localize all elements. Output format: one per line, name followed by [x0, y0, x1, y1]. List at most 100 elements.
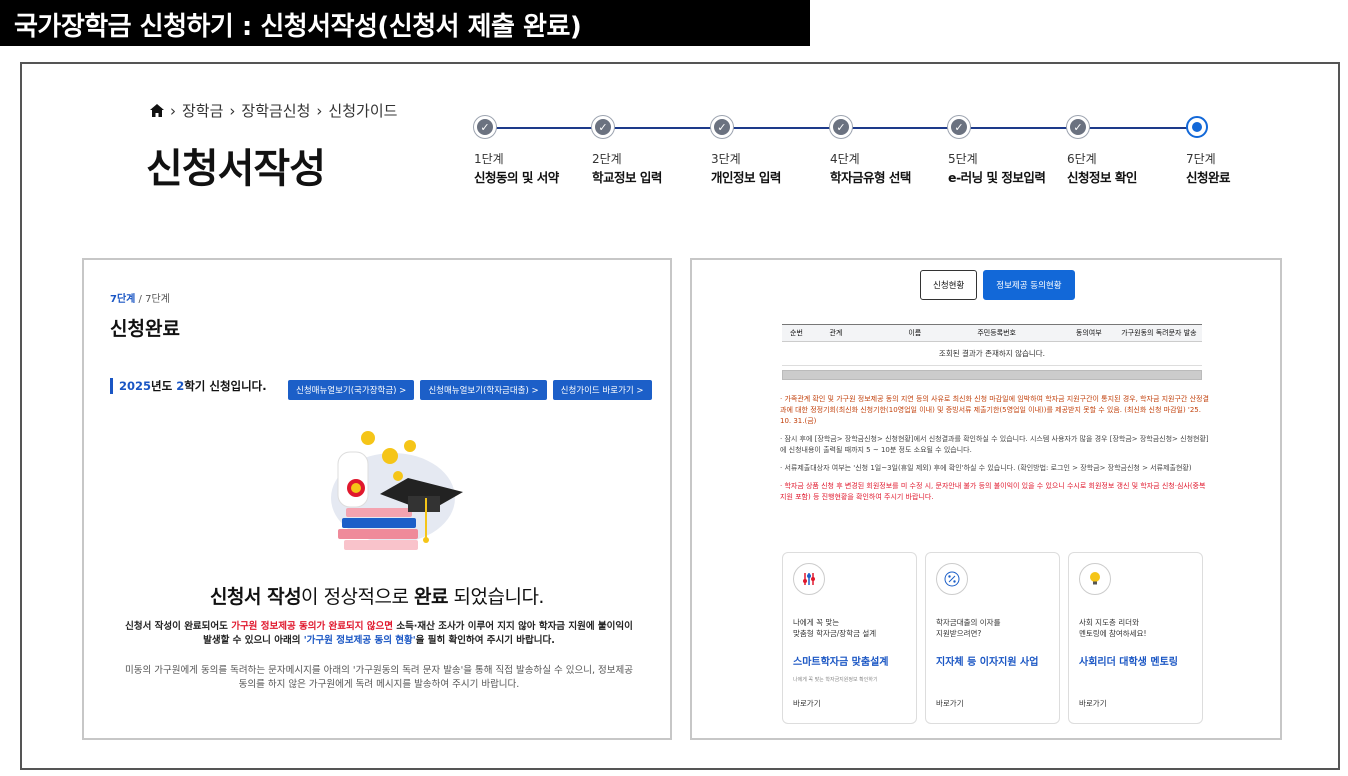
- column-header: 가구원동의 독려문자 발송: [1121, 329, 1197, 337]
- notice-term: 2: [176, 379, 185, 393]
- current-step: 7단계: [110, 294, 136, 305]
- guide-link-button[interactable]: 신청가이드 바로가기 >: [552, 380, 652, 400]
- check-icon: ✓: [1067, 116, 1089, 138]
- mentoring-card[interactable]: 사회 지도층 리더와 멘토링에 참여하세요! 사회리더 대학생 멘토링 바로가기: [1068, 552, 1203, 724]
- completion-text: 이 정상적으로: [301, 586, 415, 608]
- notice-text: 년도: [151, 379, 177, 393]
- column-header: 이름: [908, 329, 922, 337]
- card-subtitle: 학자금대출의 이자를 지원받으려면?: [936, 618, 1001, 638]
- lightbulb-icon: [1079, 563, 1111, 595]
- smart-scholarship-card[interactable]: 나에게 꼭 맞는 맞춤형 학자금/장학금 설계 스마트학자금 맞춤설계 나에게 …: [782, 552, 917, 724]
- check-icon: ✓: [592, 116, 614, 138]
- step-number: 6단계: [1067, 152, 1097, 166]
- card-link[interactable]: 바로가기: [793, 698, 821, 709]
- total-steps: / 7단계: [135, 294, 170, 305]
- page-header-title: 국가장학금 신청하기 : 신청서작성(신청서 제출 완료): [0, 0, 810, 46]
- consent-table: 순번 관계 이름 주민등록번호 동의여부 가구원동의 독려문자 발송 조회된 결…: [782, 324, 1202, 380]
- card-title: 스마트학자금 맞춤설계: [793, 657, 889, 668]
- card-link[interactable]: 바로가기: [936, 698, 964, 709]
- check-icon: ✓: [830, 116, 852, 138]
- chevron-right-icon: ›: [316, 101, 323, 120]
- breadcrumb-item[interactable]: 신청가이드: [328, 100, 397, 121]
- check-icon: ✓: [474, 116, 496, 138]
- tab-consent-status[interactable]: 정보제공 동의현황: [983, 270, 1075, 300]
- step-number: 2단계: [592, 152, 622, 166]
- step-3: ✓ 3단계개인정보 입력: [711, 116, 831, 186]
- notice-item: · 잠시 후에 [장학금> 장학금신청> 신청현황]에서 신청결과를 확인하실 …: [780, 435, 1209, 454]
- completion-emphasis: 완료: [414, 586, 448, 608]
- warning-text: 을 필히 확인하여 주시기 바랍니다.: [415, 635, 555, 646]
- tab-application-status[interactable]: 신청현황: [920, 270, 978, 300]
- notice-list: · 가족관계 확인 및 가구원 정보제공 동의 지연 등의 사유로 최신화 신청…: [780, 394, 1210, 510]
- breadcrumb-item[interactable]: 장학금신청: [241, 100, 310, 121]
- step-label: e-러닝 및 정보입력: [948, 170, 1046, 185]
- service-cards: 나에게 꼭 맞는 맞춤형 학자금/장학금 설계 스마트학자금 맞춤설계 나에게 …: [782, 552, 1203, 724]
- warning-red-text: 가구원 정보제공 동의가 완료되지 않으면: [231, 621, 394, 632]
- screenshot-frame: › 장학금 › 장학금신청 › 신청가이드 신청서작성 ✓ 1단계신청동의 및 서…: [20, 62, 1340, 770]
- step-number: 1단계: [474, 152, 504, 166]
- step-indicator: 7단계 / 7단계: [110, 290, 170, 305]
- column-header: 주민등록번호: [977, 329, 1016, 337]
- step-1: ✓ 1단계신청동의 및 서약: [474, 116, 594, 186]
- step-7: 7단계신청완료: [1186, 116, 1306, 186]
- consent-warning: 신청서 작성이 완료되어도 가구원 정보제공 동의가 완료되지 않으면 소득·재…: [124, 620, 634, 648]
- step-6: ✓ 6단계신청정보 확인: [1067, 116, 1187, 186]
- current-step-icon: [1186, 116, 1208, 138]
- chevron-right-icon: ›: [229, 101, 236, 120]
- progress-stepper: ✓ 1단계신청동의 및 서약 ✓ 2단계학교정보 입력 ✓ 3단계개인정보 입력 ✓ 4…: [474, 116, 1234, 196]
- notice-year: 2025: [119, 379, 152, 393]
- column-header: 동의여부: [1075, 329, 1102, 337]
- chevron-right-icon: ›: [170, 101, 176, 120]
- page-title: 신청서작성: [146, 146, 326, 192]
- card-subtitle: 나에게 꼭 맞는 맞춤형 학자금/장학금 설계: [793, 618, 877, 638]
- check-icon: ✓: [711, 116, 733, 138]
- completion-text: 되었습니다.: [447, 586, 545, 608]
- completion-message: 신청서 작성이 정상적으로 완료 되었습니다.: [84, 582, 670, 609]
- manual-loan-button[interactable]: 신청매뉴얼보기(학자금대출) >: [420, 380, 547, 400]
- column-header: 관계: [829, 329, 843, 337]
- step-label: 신청동의 및 서약: [474, 170, 559, 185]
- interest-support-card[interactable]: 학자금대출의 이자를 지원받으려면? 지자체 등 이자지원 사업 바로가기: [925, 552, 1060, 724]
- notice-item: · 가족관계 확인 및 가구원 정보제공 동의 지연 등의 사유로 최신화 신청…: [780, 395, 1209, 425]
- check-icon: ✓: [948, 116, 970, 138]
- panel-title: 신청완료: [110, 318, 180, 340]
- table-header: 순번 관계 이름 주민등록번호 동의여부 가구원동의 독려문자 발송: [782, 324, 1202, 342]
- card-caption: 나에게 꼭 맞는 학자금지원정보 확인하기: [793, 677, 878, 683]
- status-tabs: 신청현황 정보제공 동의현황: [920, 270, 1075, 300]
- card-title: 사회리더 대학생 멘토링: [1079, 657, 1178, 668]
- completion-panel: 7단계 / 7단계 신청완료 2025년도 2학기 신청입니다. 신청매뉴얼보기…: [82, 258, 672, 740]
- term-notice: 2025년도 2학기 신청입니다.: [110, 378, 267, 394]
- consent-status-panel: 신청현황 정보제공 동의현황 순번 관계 이름 주민등록번호 동의여부 가구원동…: [690, 258, 1282, 740]
- column-header: 순번: [790, 329, 803, 337]
- breadcrumb: › 장학금 › 장학금신청 › 신청가이드: [150, 100, 397, 121]
- step-number: 5단계: [948, 152, 978, 166]
- warning-blue-text: '가구원 정보제공 동의 현황': [303, 635, 416, 646]
- notice-item: · 서류제출대상자 여부는 '신청 1일~3일(휴일 제외) 후에 확인'하실 …: [780, 464, 1192, 472]
- notice-item: · 학자금 상품 신청 후 변경된 회원정보를 미 수정 시, 문자안내 불가 …: [780, 482, 1206, 501]
- step-label: 신청완료: [1186, 170, 1231, 185]
- warning-text: 신청서 작성이 완료되어도: [125, 621, 232, 632]
- step-5: ✓ 5단계 e-러닝 및 정보입력: [948, 116, 1068, 186]
- card-subtitle: 사회 지도층 리더와 멘토링에 참여하세요!: [1079, 618, 1147, 638]
- guide-buttons: 신청매뉴얼보기(국가장학금) > 신청매뉴얼보기(학자금대출) > 신청가이드 …: [288, 380, 652, 400]
- manual-scholarship-button[interactable]: 신청매뉴얼보기(국가장학금) >: [288, 380, 415, 400]
- step-2: ✓ 2단계학교정보 입력: [592, 116, 712, 186]
- step-4: ✓ 4단계학자금유형 선택: [830, 116, 950, 186]
- step-label: 학교정보 입력: [592, 170, 662, 185]
- sms-guide-text: 미동의 가구원에게 동의를 독려하는 문자메시지를 아래의 '가구원동의 독려 …: [124, 665, 634, 690]
- sliders-icon: [793, 563, 825, 595]
- horizontal-scrollbar[interactable]: [782, 370, 1202, 380]
- completion-emphasis: 신청서 작성: [210, 586, 302, 608]
- step-number: 4단계: [830, 152, 860, 166]
- notice-text: 학기 신청입니다.: [184, 379, 267, 393]
- step-label: 개인정보 입력: [711, 170, 781, 185]
- step-label: 신청정보 확인: [1067, 170, 1137, 185]
- breadcrumb-item[interactable]: 장학금: [182, 100, 223, 121]
- home-icon[interactable]: [150, 104, 164, 117]
- empty-result-text: 조회된 결과가 존재하지 않습니다.: [782, 342, 1202, 366]
- step-number: 7단계: [1186, 152, 1216, 166]
- card-link[interactable]: 바로가기: [1079, 698, 1107, 709]
- step-number: 3단계: [711, 152, 741, 166]
- card-title: 지자체 등 이자지원 사업: [936, 657, 1039, 668]
- step-label: 학자금유형 선택: [830, 170, 911, 185]
